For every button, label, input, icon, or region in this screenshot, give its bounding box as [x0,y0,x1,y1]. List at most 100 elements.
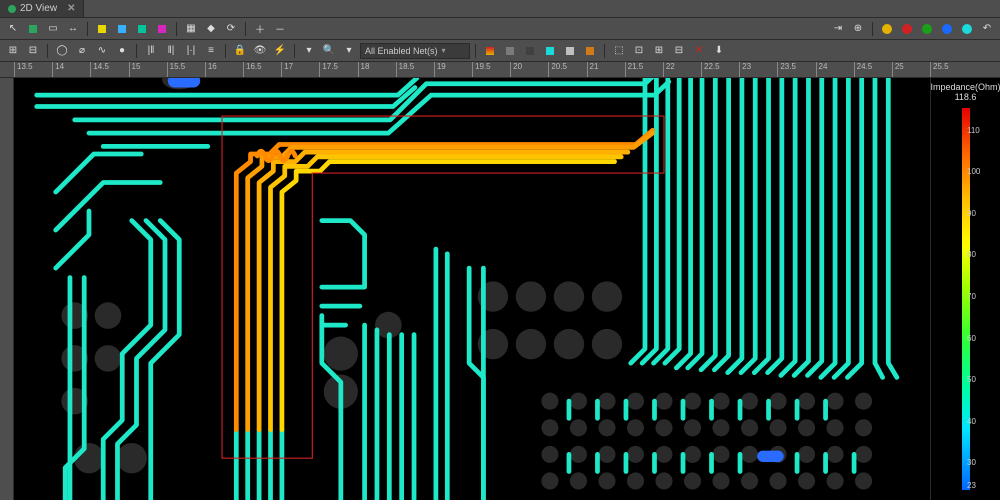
legend-max: 118.6 [955,92,977,102]
opt1-icon[interactable]: ⬚ [610,42,628,60]
drill-icon[interactable]: ⌀ [73,42,91,60]
ruler-tick: 24 [816,62,828,78]
toggle1-icon[interactable] [93,20,111,38]
snap-icon[interactable]: ⊕ [849,20,867,38]
ruler-tick: 18 [358,62,370,78]
circle-green-icon[interactable] [918,20,936,38]
search-icon[interactable]: 🔍 [320,42,338,60]
separator [176,22,177,36]
down-icon[interactable]: ⬇ [710,42,728,60]
ruler-tick: 17.5 [319,62,338,78]
eye-icon[interactable]: 👁 [251,42,269,60]
dim3-icon[interactable]: |·| [182,42,200,60]
ruler-tick: 22 [663,62,675,78]
ruler-tick: 21.5 [625,62,644,78]
grid-icon[interactable]: ▦ [182,20,200,38]
circle-red-icon[interactable] [898,20,916,38]
opt3-icon[interactable]: ⊞ [650,42,668,60]
toggle2-icon[interactable] [113,20,131,38]
legend-tick: 30 [967,458,976,467]
circle-blue-icon[interactable] [938,20,956,38]
chevron-down-icon[interactable]: ▾ [300,42,318,60]
zoomout-icon[interactable]: － [271,20,289,38]
legend-tick: 40 [967,417,976,426]
ruler-tick: 16.5 [243,62,262,78]
dim1-icon[interactable]: |‖ [142,42,160,60]
poly-icon[interactable]: ◆ [202,20,220,38]
ruler-tick: 18.5 [396,62,415,78]
route-icon[interactable]: ∿ [93,42,111,60]
ruler-horizontal[interactable]: 13.51414.51515.51616.51717.51818.51919.5… [0,62,1000,78]
toolbar-secondary: ⊞ ⊟ ◯ ⌀ ∿ ● |‖ ‖| |·| ≡ 🔒 👁 ⚡ ▾ 🔍 ▾ All … [0,40,1000,62]
swatch1-icon[interactable] [481,42,499,60]
ruler-vertical[interactable] [0,78,14,500]
toggle4-icon[interactable] [153,20,171,38]
tool-a-icon[interactable]: ⊞ [4,42,22,60]
impedance-legend: Impedance(Ohm) 118.6 1101009080706050403… [930,78,1000,500]
separator [475,44,476,58]
ruler-tick: 21 [587,62,599,78]
opt4-icon[interactable]: ⊟ [670,42,688,60]
dim2-icon[interactable]: ‖| [162,42,180,60]
swatch5-icon[interactable] [561,42,579,60]
close-icon[interactable]: ✕ [67,3,75,14]
ruler-tick: 14.5 [90,62,109,78]
separator [87,22,88,36]
ruler-tick: 20 [510,62,522,78]
ruler-icon[interactable]: ↔ [64,20,82,38]
ruler-tick: 19.5 [472,62,491,78]
separator [136,44,137,58]
blue-pad-1 [168,78,200,88]
net-filter-value: All Enabled Net(s) [365,46,438,56]
opt2-icon[interactable]: ⊡ [630,42,648,60]
ruler-tick: 19 [434,62,446,78]
legend-ticks: 1101009080706050403023 [967,108,995,486]
toggle3-icon[interactable] [133,20,151,38]
swatch3-icon[interactable] [521,42,539,60]
net-filter-dropdown[interactable]: All Enabled Net(s) ▾ [360,43,470,59]
lock-icon[interactable]: 🔒 [231,42,249,60]
dim4-icon[interactable]: ≡ [202,42,220,60]
cursor-icon[interactable]: ↖ [4,20,22,38]
legend-tick: 50 [967,375,976,384]
refresh-icon[interactable]: ⟳ [222,20,240,38]
swatch4-icon[interactable] [541,42,559,60]
box-icon[interactable]: ▭ [44,20,62,38]
undo-icon[interactable]: ↶ [978,20,996,38]
ruler-tick: 14 [52,62,64,78]
legend-tick: 100 [967,167,980,176]
ruler-tick: 25.5 [930,62,949,78]
lightning-icon[interactable]: ⚡ [271,42,289,60]
ruler-tick: 15 [129,62,141,78]
pcb-canvas[interactable] [14,78,930,500]
view-icon [8,5,16,13]
swatch6-icon[interactable] [581,42,599,60]
chevron-down-icon[interactable]: ▾ [340,42,358,60]
align-icon[interactable]: ⇥ [829,20,847,38]
swatch2-icon[interactable] [501,42,519,60]
layers-icon[interactable] [24,20,42,38]
ruler-tick: 16 [205,62,217,78]
padstack-icon[interactable]: ◯ [53,42,71,60]
zoomin-icon[interactable]: ＋ [251,20,269,38]
via-icon[interactable]: ● [113,42,131,60]
toolbar-main: ↖ ▭ ↔ ▦ ◆ ⟳ ＋ － ⇥ ⊕ ↶ [0,18,1000,40]
ruler-tick: 24.5 [854,62,873,78]
tool-b-icon[interactable]: ⊟ [24,42,42,60]
separator [47,44,48,58]
cancel-icon[interactable]: ✕ [690,42,708,60]
circle-cyan-icon[interactable] [958,20,976,38]
chevron-down-icon: ▾ [442,46,446,55]
legend-tick: 70 [967,292,976,301]
circle-yellow-icon[interactable] [878,20,896,38]
tab-2d-view[interactable]: 2D View ✕ [0,0,84,17]
ruler-tick: 13.5 [14,62,33,78]
workspace: Impedance(Ohm) 118.6 1101009080706050403… [0,78,1000,500]
ruler-tick: 23 [739,62,751,78]
legend-tick: 110 [967,126,980,135]
traces-aqua [37,78,897,500]
traces-hot [236,130,652,429]
app-root: 2D View ✕ ↖ ▭ ↔ ▦ ◆ ⟳ ＋ － ⇥ ⊕ ↶ ⊞ ⊟ [0,0,1000,500]
ruler-tick: 20.5 [548,62,567,78]
blue-pad-2 [757,451,784,462]
